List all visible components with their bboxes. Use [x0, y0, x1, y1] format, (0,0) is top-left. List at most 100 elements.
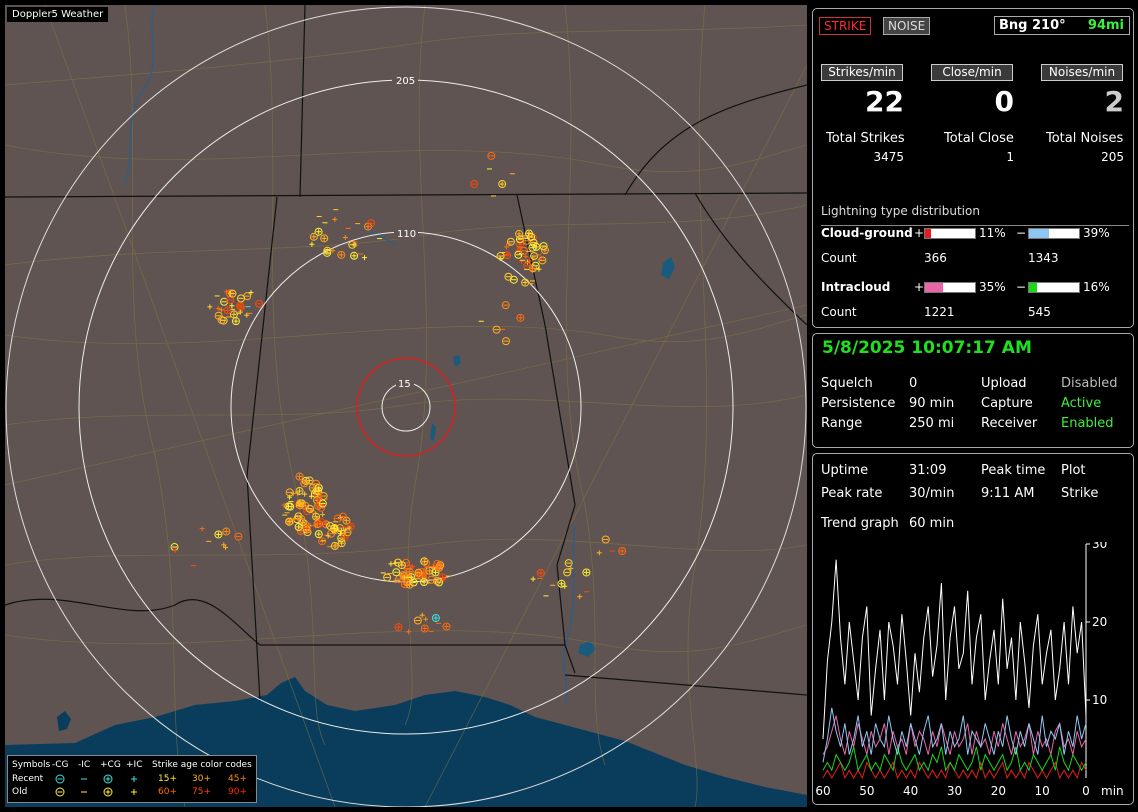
legend-col-neg-ic: -IC [78, 760, 91, 770]
strike-marker [320, 234, 329, 243]
bearing-readout: Bng 210° 94mi [994, 16, 1130, 35]
trend-chart: 10 20 30 60 50 40 30 20 10 0 min [815, 542, 1123, 798]
strike-marker [285, 517, 294, 526]
persistence-label: Persistence [821, 396, 896, 411]
noises-per-min-header[interactable]: Noises/min [1041, 64, 1123, 81]
strike-marker [397, 561, 406, 570]
strike-marker [394, 623, 403, 632]
strike-marker [170, 543, 179, 552]
legend-age-60: 60+ [158, 787, 177, 797]
trend-window-value[interactable]: 60 min [909, 516, 954, 531]
strike-marker [214, 530, 223, 539]
strike-marker [295, 472, 304, 481]
strike-marker [309, 232, 318, 241]
range-label: Range [821, 416, 863, 431]
legend-age-30: 30+ [192, 774, 211, 784]
range-label-110: 110 [397, 229, 416, 240]
legend-col-pos-cg: +CG [100, 760, 121, 770]
strike-marker [521, 278, 530, 287]
capture-value: Active [1061, 396, 1102, 411]
strike-marker [348, 240, 357, 249]
bearing-value: Bng 210° [999, 18, 1066, 33]
strike-toggle-button[interactable]: STRIKE [819, 17, 872, 35]
cg-positive-bar [924, 228, 976, 239]
strike-marker [248, 290, 254, 296]
cg-minus-sign: − [1016, 226, 1027, 240]
ic-negative-pct: 16% [1083, 280, 1110, 294]
close-per-min-header[interactable]: Close/min [931, 64, 1013, 81]
persistence-value: 90 min [909, 396, 955, 411]
trend-y-tick-label: 30 [1092, 542, 1107, 551]
strike-marker [405, 580, 414, 589]
distance-value: 94mi [1087, 18, 1124, 33]
ic-count-label: Count [821, 305, 857, 319]
strike-marker [337, 250, 346, 259]
strike-marker [419, 612, 425, 618]
strike-marker [536, 266, 542, 272]
strike-marker [199, 526, 205, 532]
cg-negative-bar-fill [1029, 229, 1049, 238]
total-strikes-value: 3475 [873, 150, 904, 164]
lake [430, 423, 436, 441]
strike-marker [420, 624, 429, 633]
strike-marker [519, 246, 528, 255]
legend-symbol-grid [55, 774, 137, 797]
intracloud-label: Intracloud [821, 280, 891, 294]
strike-marker [361, 255, 367, 261]
trend-x-tick-label: 20 [991, 784, 1006, 798]
noise-toggle-button[interactable]: NOISE [883, 17, 931, 35]
state-borders [5, 5, 807, 702]
ic-negative-bar [1028, 282, 1080, 293]
range-ring-205 [78, 79, 734, 735]
radar-map[interactable]: 205 110 15 Doppler5 Weather Symbols -CG … [5, 5, 807, 807]
strike-marker [300, 479, 309, 488]
trend-series-line [822, 707, 1087, 763]
strike-marker [433, 577, 442, 586]
legend-age-title: Strike age color codes [152, 760, 252, 770]
strike-marker [487, 151, 496, 160]
strike-marker [438, 573, 447, 582]
cg-positive-bar-fill [925, 229, 931, 238]
strikes-per-min-header[interactable]: Strikes/min [821, 64, 903, 81]
current-datetime: 5/8/2025 10:07:17 AM [822, 338, 1032, 358]
strike-marker [503, 244, 509, 250]
cg-count-label: Count [821, 251, 857, 265]
plot-value[interactable]: Strike [1061, 486, 1098, 501]
trend-x-tick-label: 0 [1082, 784, 1090, 798]
strike-marker [223, 306, 232, 315]
cg-positive-pct: 11% [979, 226, 1006, 240]
range-ring-close [356, 357, 456, 457]
strike-marker [312, 512, 321, 521]
strike-marker [255, 299, 264, 308]
range-labels: 205 110 15 [392, 74, 418, 390]
strike-marker [563, 568, 572, 577]
strike-marker [540, 246, 549, 255]
strike-marker [350, 251, 359, 260]
strike-marker [504, 272, 513, 281]
roads [5, 5, 807, 807]
strike-marker [601, 535, 610, 544]
symbol-legend: Symbols -CG -IC +CG +IC Strike age color… [7, 755, 257, 803]
legend-age-75: 75+ [192, 787, 211, 797]
cg-positive-count: 366 [924, 251, 947, 265]
strike-marker [392, 568, 401, 577]
ic-negative-bar-fill [1029, 283, 1037, 292]
cg-negative-bar [1028, 228, 1080, 239]
strike-marker [442, 622, 451, 631]
strike-marker [332, 216, 338, 222]
receiver-value: Enabled [1061, 416, 1114, 431]
strike-marker [320, 512, 326, 518]
strike-marker [314, 530, 323, 539]
receiver-label: Receiver [981, 416, 1038, 431]
upload-label: Upload [981, 376, 1027, 391]
strike-marker [501, 301, 510, 310]
trend-x-tick-label: 40 [903, 784, 918, 798]
ic-minus-sign: − [1016, 280, 1027, 294]
strike-marker [346, 522, 355, 531]
cloud-ground-label: Cloud-ground [821, 226, 913, 240]
strike-marker [539, 242, 548, 251]
total-noises-value: 205 [1101, 150, 1124, 164]
lake [578, 641, 596, 657]
ic-positive-bar [924, 282, 976, 293]
strike-stats-panel: STRIKE NOISE Bng 210° 94mi Strikes/min C… [812, 8, 1134, 328]
